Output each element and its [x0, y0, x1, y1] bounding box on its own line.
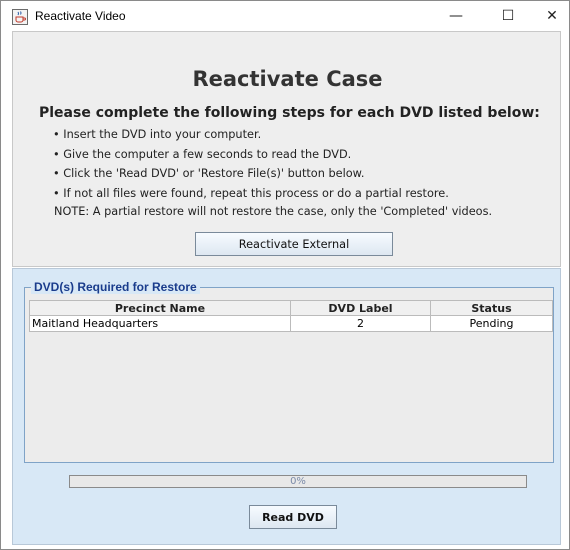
cell-precinct-name[interactable]: Maitland Headquarters — [29, 316, 291, 332]
dvd-group-legend: DVD(s) Required for Restore — [31, 280, 200, 294]
dvd-table: Precinct Name DVD Label Status Maitland … — [29, 300, 553, 332]
cell-dvd-label[interactable]: 2 — [291, 316, 431, 332]
title-bar[interactable]: Reactivate Video — ☐ ✕ — [1, 1, 569, 31]
read-dvd-button[interactable]: Read DVD — [249, 505, 337, 529]
java-cup-icon — [12, 9, 28, 25]
instructions-panel: Reactivate Case Please complete the foll… — [12, 31, 561, 267]
steps-list: Insert the DVD into your computer. Give … — [53, 125, 449, 203]
table-row[interactable]: Maitland Headquarters 2 Pending — [29, 316, 553, 332]
close-button[interactable]: ✕ — [529, 1, 570, 31]
instructions-subheading: Please complete the following steps for … — [39, 105, 540, 121]
column-header-dvd-label[interactable]: DVD Label — [291, 300, 431, 316]
restore-panel: Precinct Name DVD Label Status Maitland … — [12, 268, 561, 545]
step-item: Insert the DVD into your computer. — [53, 125, 449, 145]
reactivate-video-window: Reactivate Video — ☐ ✕ Reactivate Case P… — [0, 0, 570, 550]
restore-progress-bar: 0% — [69, 475, 527, 488]
maximize-button[interactable]: ☐ — [485, 1, 531, 31]
step-item: If not all files were found, repeat this… — [53, 184, 449, 204]
window-title: Reactivate Video — [35, 9, 126, 23]
table-header-row: Precinct Name DVD Label Status — [29, 300, 553, 316]
step-item: Click the 'Read DVD' or 'Restore File(s)… — [53, 164, 449, 184]
progress-text: 0% — [290, 476, 306, 487]
column-header-precinct-name[interactable]: Precinct Name — [29, 300, 291, 316]
cell-status[interactable]: Pending — [431, 316, 553, 332]
column-header-status[interactable]: Status — [431, 300, 553, 316]
partial-restore-note: NOTE: A partial restore will not restore… — [54, 205, 493, 218]
step-item: Give the computer a few seconds to read … — [53, 145, 449, 165]
page-title: Reactivate Case — [192, 67, 383, 91]
reactivate-external-button[interactable]: Reactivate External — [195, 232, 393, 256]
minimize-button[interactable]: — — [433, 1, 479, 31]
dvd-group-box: Precinct Name DVD Label Status Maitland … — [24, 287, 554, 463]
